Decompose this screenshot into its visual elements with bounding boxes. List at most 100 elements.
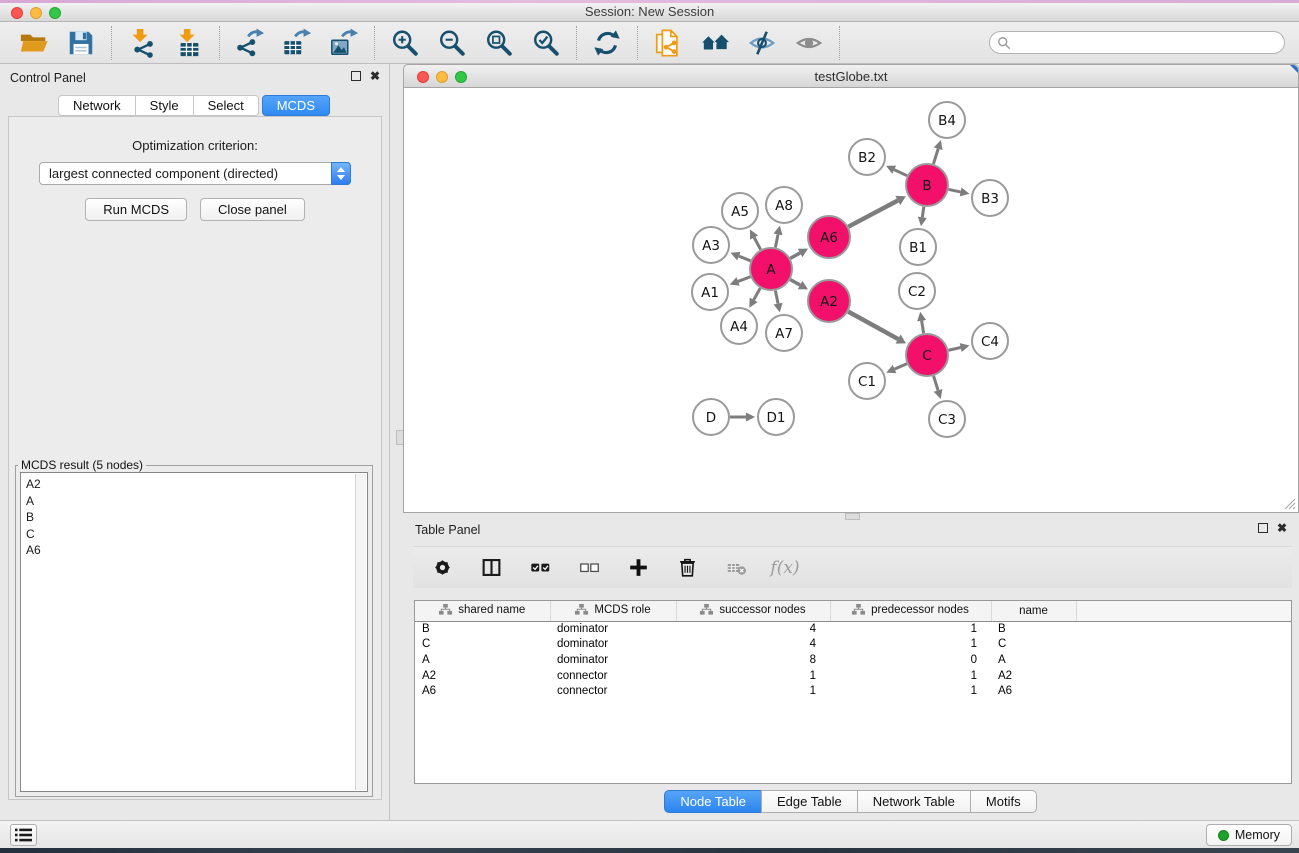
table-cell[interactable]: dominator — [550, 621, 676, 637]
table-cell[interactable]: connector — [550, 668, 676, 684]
gear-icon[interactable] — [426, 552, 458, 584]
table-row[interactable]: Cdominator41C — [415, 637, 1291, 653]
tab-network-table[interactable]: Network Table — [857, 790, 971, 813]
close-table-panel-icon[interactable]: ✖ — [1277, 523, 1287, 533]
maximize-window-button[interactable] — [49, 7, 61, 19]
task-history-button[interactable] — [10, 824, 37, 846]
network-maximize-button[interactable] — [455, 71, 467, 83]
table-cell[interactable]: 4 — [676, 621, 830, 637]
table-cell[interactable]: A2 — [415, 668, 550, 684]
zoom-in-icon[interactable] — [389, 27, 421, 59]
network-close-button[interactable] — [417, 71, 429, 83]
minimize-window-button[interactable] — [30, 7, 42, 19]
network-window-titlebar[interactable]: testGlobe.txt — [403, 64, 1299, 88]
table-cell[interactable]: 4 — [676, 637, 830, 653]
network-file-icon[interactable] — [652, 27, 684, 59]
table-cell[interactable]: A — [415, 652, 550, 668]
run-mcds-button[interactable]: Run MCDS — [85, 198, 187, 221]
close-window-button[interactable] — [11, 7, 23, 19]
table-cell[interactable]: B — [991, 621, 1076, 637]
close-panel-button[interactable]: Close panel — [200, 198, 305, 221]
mcds-result-list[interactable]: A2ABCA6 — [20, 472, 368, 792]
select-all-icon[interactable] — [524, 552, 556, 584]
table-cell[interactable]: C — [415, 637, 550, 653]
close-panel-icon[interactable]: ✖ — [370, 71, 380, 81]
window-controls[interactable] — [11, 7, 61, 19]
tab-node-table[interactable]: Node Table — [664, 790, 762, 813]
import-network-icon[interactable] — [126, 27, 158, 59]
tab-network[interactable]: Network — [58, 95, 136, 116]
table-row[interactable]: A2connector11A2 — [415, 668, 1291, 684]
trash-icon[interactable] — [671, 552, 703, 584]
table-cell[interactable]: 8 — [676, 652, 830, 668]
save-icon[interactable] — [65, 27, 97, 59]
result-list-item[interactable]: A6 — [26, 542, 367, 559]
network-graph[interactable]: B4B2BB3A5A8A6B1A3AC2A1A2A4A7C4CC1C3DD1 — [404, 88, 1298, 511]
table-cell[interactable]: 0 — [830, 652, 991, 668]
import-table-icon[interactable] — [173, 27, 205, 59]
zoom-fit-icon[interactable] — [483, 27, 515, 59]
table-cell[interactable]: 1 — [830, 621, 991, 637]
column-header-MCDS-role[interactable]: MCDS role — [550, 601, 676, 621]
node-table[interactable]: shared nameMCDS rolesuccessor nodesprede… — [414, 600, 1292, 784]
export-image-icon[interactable] — [328, 27, 360, 59]
table-cell[interactable]: 1 — [830, 683, 991, 699]
result-list-item[interactable]: A — [26, 493, 367, 510]
mcds-result-group: MCDS result (5 nodes) A2ABCA6 — [15, 458, 373, 797]
result-list-item[interactable]: C — [26, 526, 367, 543]
export-network-icon[interactable] — [234, 27, 266, 59]
search-input[interactable] — [989, 31, 1285, 54]
float-panel-icon[interactable] — [351, 71, 361, 81]
function-icon[interactable]: f(x) — [769, 552, 801, 584]
column-header-predecessor-nodes[interactable]: predecessor nodes — [830, 601, 991, 621]
table-cell[interactable]: 1 — [830, 637, 991, 653]
float-table-panel-icon[interactable] — [1258, 523, 1268, 533]
table-cell[interactable]: C — [991, 637, 1076, 653]
table-cell[interactable]: connector — [550, 683, 676, 699]
network-minimize-button[interactable] — [436, 71, 448, 83]
tab-motifs[interactable]: Motifs — [970, 790, 1037, 813]
dropdown-stepper-icon[interactable] — [331, 162, 351, 185]
table-cell[interactable]: A — [991, 652, 1076, 668]
zoom-selected-icon[interactable] — [530, 27, 562, 59]
deselect-all-icon[interactable] — [573, 552, 605, 584]
column-header-name[interactable]: name — [991, 601, 1076, 621]
table-cell[interactable]: 1 — [676, 683, 830, 699]
tab-edge-table[interactable]: Edge Table — [761, 790, 858, 813]
tab-select[interactable]: Select — [193, 95, 259, 116]
zoom-out-icon[interactable] — [436, 27, 468, 59]
delete-table-icon[interactable] — [720, 552, 752, 584]
table-row[interactable]: A6connector11A6 — [415, 683, 1291, 699]
tab-mcds[interactable]: MCDS — [262, 95, 330, 116]
columns-icon[interactable] — [475, 552, 507, 584]
add-icon[interactable] — [622, 552, 654, 584]
hide-panel-icon[interactable] — [746, 27, 778, 59]
open-icon[interactable] — [18, 27, 50, 59]
memory-button[interactable]: Memory — [1206, 824, 1292, 846]
column-header-shared-name[interactable]: shared name — [415, 601, 550, 621]
resize-grip-icon[interactable] — [1283, 497, 1296, 510]
table-cell[interactable]: dominator — [550, 652, 676, 668]
table-row[interactable]: Adominator80A — [415, 652, 1291, 668]
graph-node-label-C: C — [922, 348, 931, 364]
show-panel-icon[interactable] — [793, 27, 825, 59]
network-window-controls[interactable] — [417, 71, 467, 83]
table-cell[interactable]: B — [415, 621, 550, 637]
result-list-item[interactable]: B — [26, 509, 367, 526]
export-table-icon[interactable] — [281, 27, 313, 59]
result-scrollbar[interactable] — [355, 474, 366, 790]
table-cell[interactable]: 1 — [676, 668, 830, 684]
table-cell[interactable]: A6 — [991, 683, 1076, 699]
network-canvas[interactable]: B4B2BB3A5A8A6B1A3AC2A1A2A4A7C4CC1C3DD1 — [403, 88, 1299, 513]
table-cell[interactable]: dominator — [550, 637, 676, 653]
table-cell[interactable]: A2 — [991, 668, 1076, 684]
home-icon[interactable] — [699, 27, 731, 59]
table-row[interactable]: Bdominator41B — [415, 621, 1291, 637]
result-list-item[interactable]: A2 — [26, 476, 367, 493]
table-cell[interactable]: 1 — [830, 668, 991, 684]
table-cell[interactable]: A6 — [415, 683, 550, 699]
refresh-icon[interactable] — [591, 27, 623, 59]
criterion-dropdown[interactable]: largest connected component (directed) — [39, 162, 351, 185]
column-header-successor-nodes[interactable]: successor nodes — [676, 601, 830, 621]
tab-style[interactable]: Style — [135, 95, 194, 116]
